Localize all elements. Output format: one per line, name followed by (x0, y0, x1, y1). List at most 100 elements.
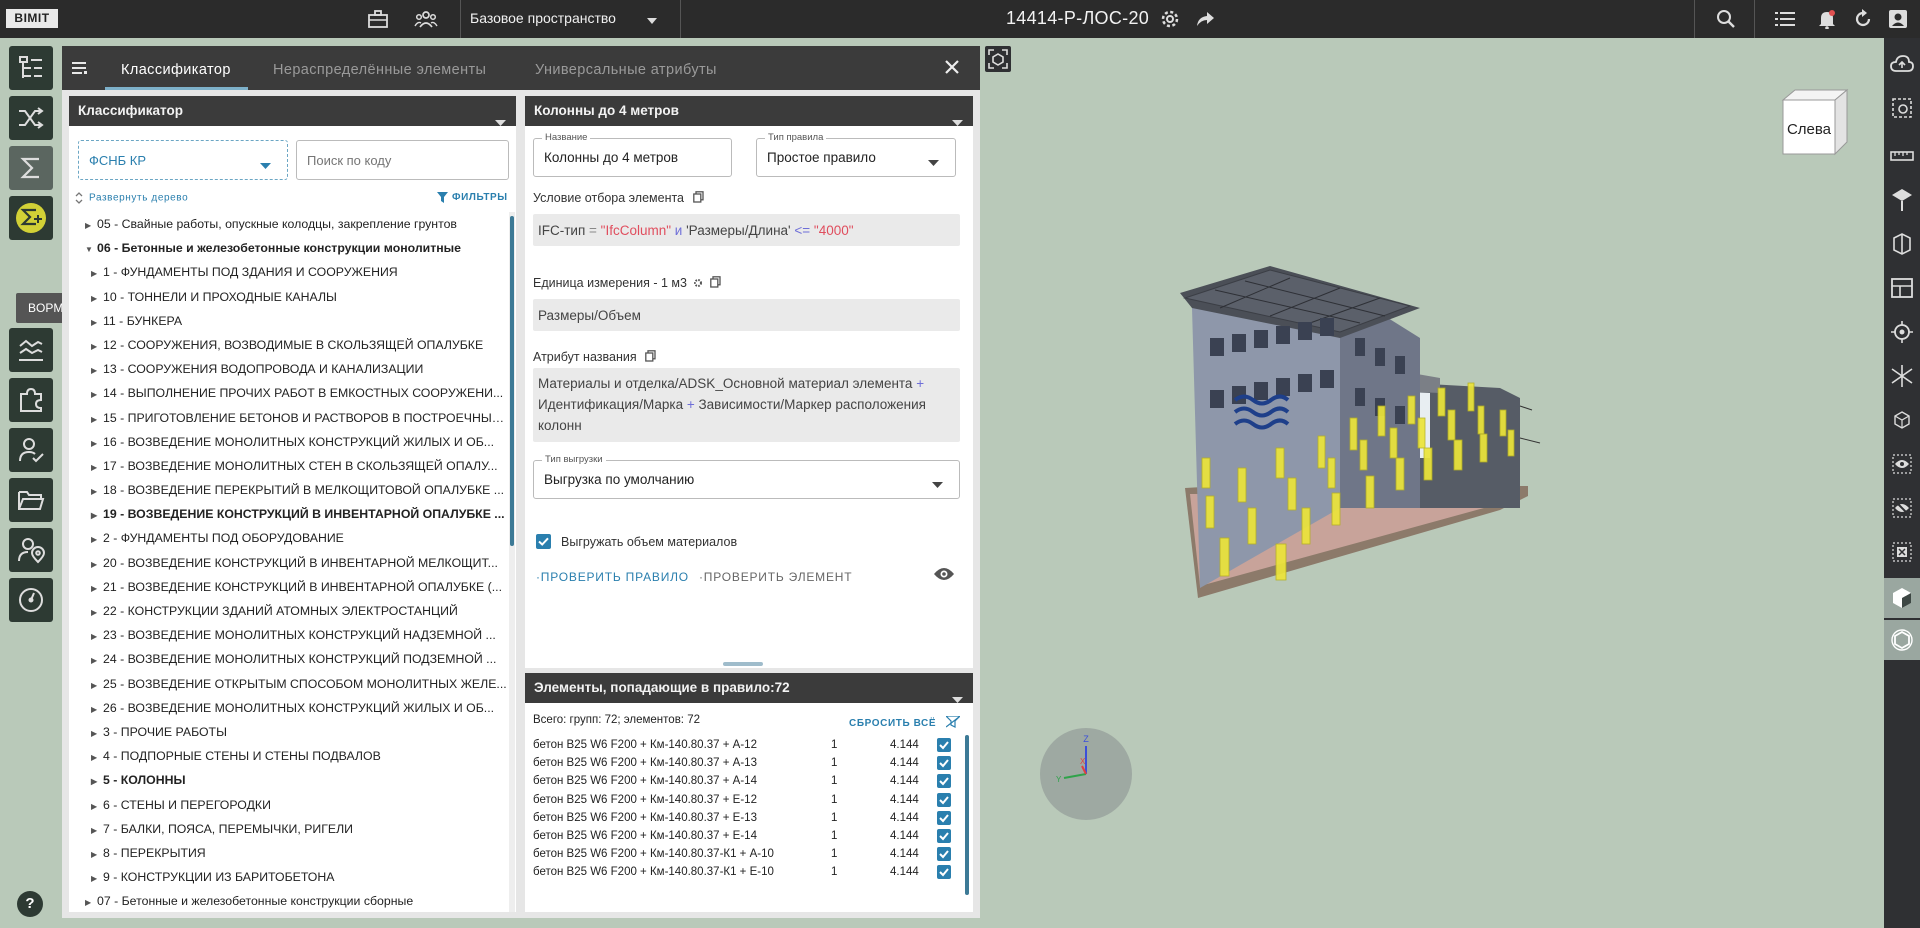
app-logo[interactable]: BIMIT (6, 9, 58, 28)
tree-item[interactable]: ▶ 2 - ФУНДАМЕНТЫ ПОД ОБОРУДОВАНИЕ (69, 526, 509, 550)
element-checkbox[interactable] (937, 865, 951, 880)
check-rule-button[interactable]: ·ПРОВЕРИТЬ ПРАВИЛО (536, 570, 689, 584)
chevron-down-icon[interactable] (646, 13, 658, 28)
refresh-icon[interactable] (1851, 8, 1875, 30)
caret-right-icon[interactable]: ▶ (91, 335, 103, 357)
tree-item[interactable]: ▶ 16 - ВОЗВЕДЕНИЕ МОНОЛИТНЫХ КОНСТРУКЦИЙ … (69, 430, 509, 454)
menu-icon[interactable] (72, 61, 88, 78)
tree-item[interactable]: ▶ 18 - ВОЗВЕДЕНИЕ ПЕРЕКРЫТИЙ В МЕЛКОЩИТОВ… (69, 478, 509, 502)
classifier-select[interactable]: ФСНБ КР (78, 140, 288, 180)
user-account-icon[interactable] (1886, 8, 1910, 30)
tree-item[interactable]: ▶ 21 - ВОЗВЕДЕНИЕ КОНСТРУКЦИЙ В ИНВЕНТАРН… (69, 575, 509, 599)
tree-item[interactable]: ▶ 11 - БУНКЕРА (69, 309, 509, 333)
tree-item[interactable]: ▶ 13 - СООРУЖЕНИЯ ВОДОПРОВОДА И КАНАЛИЗАЦ… (69, 357, 509, 381)
measure-button[interactable] (1884, 136, 1920, 176)
tree-item[interactable]: ▶ 22 - КОНСТРУКЦИИ ЗДАНИЙ АТОМНЫХ ЭЛЕКТРО… (69, 599, 509, 623)
cloud-upload-button[interactable] (1884, 44, 1920, 84)
folder-button[interactable] (9, 478, 53, 522)
cube-small-button[interactable] (1884, 400, 1920, 440)
chevron-down-icon[interactable] (932, 477, 943, 492)
reset-all-button[interactable]: СБРОСИТЬ ВСЁ (849, 715, 962, 729)
chevron-down-icon[interactable] (495, 108, 506, 138)
caret-right-icon[interactable]: ▶ (91, 504, 103, 526)
caret-right-icon[interactable]: ▶ (91, 359, 103, 381)
caret-right-icon[interactable]: ▶ (91, 287, 103, 309)
tree-item[interactable]: ▶ 7 - БАЛКИ, ПОЯСА, ПЕРЕМЫЧКИ, РИГЕЛИ (69, 817, 509, 841)
briefcase-icon[interactable] (366, 8, 390, 30)
tree-item[interactable]: ▶ 15 - ПРИГОТОВЛЕНИЕ БЕТОНОВ И РАСТВОРОВ … (69, 406, 509, 430)
tab-classifier[interactable]: Классификатор (121, 62, 231, 78)
caret-right-icon[interactable]: ▶ (85, 214, 97, 236)
caret-right-icon[interactable]: ▶ (91, 577, 103, 599)
tab-unassigned-elements[interactable]: Нераспределённые элементы (273, 62, 486, 78)
axis-gizmo[interactable]: Z X Y (1038, 726, 1134, 822)
tree-item[interactable]: ▶ 14 - ВЫПОЛНЕНИЕ ПРОЧИХ РАБОТ В ЕМКОСТНЫ… (69, 381, 509, 405)
element-checkbox[interactable] (937, 756, 951, 771)
hide-button[interactable] (1884, 488, 1920, 528)
chevron-down-icon[interactable] (928, 155, 939, 170)
3d-viewport[interactable]: Слева Z X Y (980, 38, 1884, 928)
space-select[interactable]: Базовое пространство (470, 10, 616, 26)
tree-item[interactable]: ▶ 10 - ТОННЕЛИ И ПРОХОДНЫЕ КАНАЛЫ (69, 285, 509, 309)
caret-right-icon[interactable]: ▶ (91, 553, 103, 575)
tree-item[interactable]: ▼ 06 - Бетонные и железобетонные конструк… (69, 236, 509, 260)
element-checkbox[interactable] (937, 810, 951, 825)
vorm-button[interactable] (9, 196, 53, 240)
element-checkbox[interactable] (937, 792, 951, 807)
caret-right-icon[interactable]: ▶ (91, 601, 103, 623)
tree-item[interactable]: ▶ 1 - ФУНДАМЕНТЫ ПОД ЗДАНИЯ И СООРУЖЕНИЯ (69, 260, 509, 284)
element-row[interactable]: бетон B25 W6 F200 + Км-140.80.37 + А-12 1… (533, 737, 965, 755)
chevron-down-icon[interactable] (952, 685, 963, 715)
caret-down-icon[interactable]: ▼ (85, 238, 97, 260)
element-row[interactable]: бетон B25 W6 F200 + Км-140.80.37 + А-13 1… (533, 755, 965, 773)
element-checkbox[interactable] (937, 847, 951, 862)
caret-right-icon[interactable]: ▶ (91, 770, 103, 792)
help-button[interactable]: ? (17, 891, 43, 917)
element-row[interactable]: бетон B25 W6 F200 + Км-140.80.37-К1 + Е-… (533, 864, 965, 882)
tree-item[interactable]: ▶ 6 - СТЕНЫ И ПЕРЕГОРОДКИ (69, 793, 509, 817)
caret-right-icon[interactable]: ▶ (91, 795, 103, 817)
zoom-box-button[interactable] (1884, 88, 1920, 128)
caret-right-icon[interactable]: ▶ (91, 649, 103, 671)
expand-tree-button[interactable]: Развернуть дерево (75, 192, 188, 204)
floor-plan-button[interactable] (1884, 268, 1920, 308)
element-row[interactable]: бетон B25 W6 F200 + Км-140.80.37-К1 + А-… (533, 846, 965, 864)
tree-scrollbar-thumb[interactable] (510, 216, 514, 546)
caret-right-icon[interactable]: ▶ (91, 698, 103, 720)
tree-item[interactable]: ▶ 12 - СООРУЖЕНИЯ, ВОЗВОДИМЫЕ В СКОЛЬЗЯЩЕ… (69, 333, 509, 357)
gear-icon[interactable] (1158, 8, 1182, 30)
isolate-button[interactable] (1884, 532, 1920, 572)
element-checkbox[interactable] (937, 829, 951, 843)
caret-right-icon[interactable]: ▶ (91, 480, 103, 502)
copy-icon[interactable] (710, 276, 721, 288)
caret-right-icon[interactable]: ▶ (91, 843, 103, 865)
user-check-button[interactable] (9, 428, 53, 472)
caret-right-icon[interactable]: ▶ (91, 722, 103, 744)
tree-item[interactable]: ▶ 5 - КОЛОННЫ (69, 768, 509, 792)
orbit-mode-button[interactable] (1884, 620, 1920, 660)
list-icon[interactable] (1773, 8, 1797, 30)
export-volume-checkbox[interactable] (536, 534, 551, 549)
caret-right-icon[interactable]: ▶ (91, 262, 103, 284)
tree-item[interactable]: ▶ 05 - Свайные работы, опускные колодцы, … (69, 212, 509, 236)
caret-right-icon[interactable]: ▶ (91, 456, 103, 478)
chart-button[interactable] (9, 328, 53, 372)
dashboard-button[interactable] (9, 578, 53, 622)
check-element-button[interactable]: ·ПРОВЕРИТЬ ЭЛЕМЕНТ (699, 570, 852, 584)
chevron-down-icon[interactable] (260, 158, 271, 173)
rule-type-select[interactable]: Тип правила Простое правило (756, 132, 956, 177)
chevron-down-icon[interactable] (952, 108, 963, 138)
eye-icon[interactable] (933, 566, 955, 585)
copy-icon[interactable] (692, 191, 704, 203)
caret-right-icon[interactable]: ▶ (91, 408, 103, 430)
plugin-button[interactable] (9, 378, 53, 422)
tree-item[interactable]: ▶ 24 - ВОЗВЕДЕНИЕ МОНОЛИТНЫХ КОНСТРУКЦИЙ … (69, 647, 509, 671)
tab-universal-attributes[interactable]: Универсальные атрибуты (535, 62, 717, 78)
element-checkbox[interactable] (937, 774, 951, 789)
tree-item[interactable]: ▶ 07 - Бетонные и железобетонные конструк… (69, 889, 509, 912)
team-icon[interactable] (414, 8, 438, 30)
element-checkbox[interactable] (937, 738, 951, 752)
copy-icon[interactable] (645, 350, 656, 362)
tree-item[interactable]: ▶ 4 - ПОДПОРНЫЕ СТЕНЫ И СТЕНЫ ПОДВАЛОВ (69, 744, 509, 768)
caret-right-icon[interactable]: ▶ (91, 383, 103, 405)
